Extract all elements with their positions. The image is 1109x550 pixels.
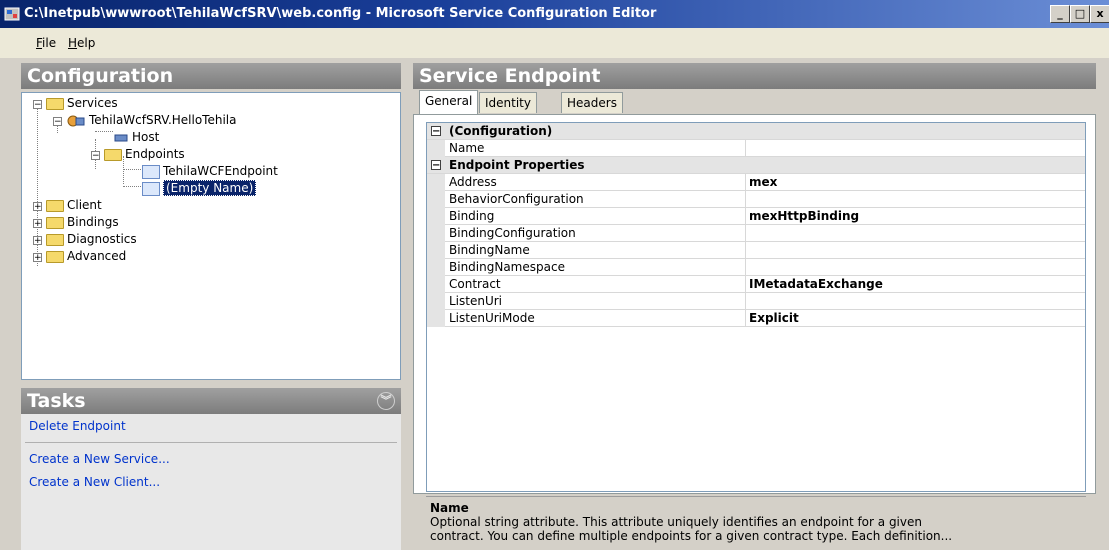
app-icon [4, 7, 20, 21]
endpoint-icon [142, 181, 160, 196]
property-row[interactable]: BindingName [427, 242, 1085, 259]
row-gutter [427, 191, 445, 208]
description-title: Name [430, 501, 469, 515]
property-row[interactable]: Binding mexHttpBinding [427, 208, 1085, 225]
category-configuration[interactable]: − (Configuration) [427, 123, 1085, 140]
collapse-toggle[interactable]: − [33, 100, 42, 110]
expand-toggle[interactable]: + [33, 253, 42, 263]
create-client-link[interactable]: Create a New Client... [29, 475, 160, 489]
folder-icon [46, 97, 64, 110]
row-gutter [427, 259, 445, 276]
menu-file[interactable]: File [36, 36, 56, 50]
property-row[interactable]: ListenUriMode Explicit [427, 310, 1085, 327]
property-row[interactable]: Address mex [427, 174, 1085, 191]
column-divider [745, 191, 746, 208]
tree-node-advanced[interactable]: Advanced [46, 248, 126, 265]
divider [25, 442, 397, 443]
tree-line [95, 131, 113, 132]
row-gutter [427, 310, 445, 327]
service-icon [67, 115, 85, 126]
expand-toggle[interactable]: + [33, 219, 42, 229]
column-divider [745, 208, 746, 225]
row-gutter [427, 140, 445, 157]
collapse-toggle[interactable]: − [53, 117, 62, 127]
tree-node-service[interactable]: TehilaWcfSRV.HelloTehila [66, 112, 236, 129]
folder-icon [46, 250, 64, 263]
property-value[interactable]: IMetadataExchange [749, 277, 883, 291]
collapse-toggle[interactable]: − [431, 126, 441, 137]
delete-endpoint-link[interactable]: Delete Endpoint [29, 419, 126, 433]
property-value[interactable]: mex [749, 175, 777, 189]
create-service-link[interactable]: Create a New Service... [29, 452, 170, 466]
host-icon [114, 134, 128, 141]
description-text: contract. You can define multiple endpoi… [430, 529, 953, 543]
service-endpoint-header: Service Endpoint [413, 63, 1096, 89]
tab-general[interactable]: General [419, 90, 479, 114]
tree-line [123, 186, 141, 187]
property-grid[interactable]: − (Configuration) Name − Endpoint Proper… [426, 122, 1086, 492]
row-gutter [427, 276, 445, 293]
collapse-chevron-icon[interactable]: ︾ [377, 392, 395, 410]
property-row[interactable]: BehaviorConfiguration [427, 191, 1085, 208]
property-row[interactable]: Contract IMetadataExchange [427, 276, 1085, 293]
tree-node-endpoint-selected[interactable]: (Empty Name) [142, 180, 257, 197]
property-value[interactable]: mexHttpBinding [749, 209, 859, 223]
folder-icon [46, 199, 64, 212]
column-divider [745, 310, 746, 327]
minimize-button[interactable]: _ [1050, 5, 1070, 23]
tab-identity[interactable]: Identity [479, 92, 537, 113]
column-divider [745, 276, 746, 293]
close-button[interactable]: x [1090, 5, 1109, 23]
tasks-panel: Delete Endpoint Create a New Service... … [21, 414, 401, 550]
tab-headers[interactable]: Headers [561, 92, 623, 113]
tree-node-bindings[interactable]: Bindings [46, 214, 119, 231]
property-description: Name Optional string attribute. This att… [426, 496, 1086, 550]
tree-node-diagnostics[interactable]: Diagnostics [46, 231, 137, 248]
category-endpoint-properties[interactable]: − Endpoint Properties [427, 157, 1085, 174]
column-divider [745, 259, 746, 276]
menu-bar: File Help [0, 28, 1109, 58]
column-divider [745, 225, 746, 242]
row-gutter [427, 174, 445, 191]
property-row[interactable]: BindingConfiguration [427, 225, 1085, 242]
property-row-name[interactable]: Name [427, 140, 1085, 157]
description-text: Optional string attribute. This attribut… [430, 515, 922, 529]
tree-node-client[interactable]: Client [46, 197, 102, 214]
column-divider [745, 293, 746, 310]
tasks-header[interactable]: Tasks ︾ [21, 388, 401, 414]
column-divider [745, 174, 746, 191]
title-bar: C:\Inetpub\wwwroot\TehilaWcfSRV\web.conf… [0, 0, 1109, 28]
folder-icon [46, 233, 64, 246]
menu-help[interactable]: Help [68, 36, 95, 50]
tree-node-host[interactable]: Host [113, 129, 159, 146]
row-gutter [427, 293, 445, 310]
property-row[interactable]: ListenUri [427, 293, 1085, 310]
configuration-tree[interactable]: − Services − TehilaWcfSRV.HelloTehila Ho… [21, 92, 401, 380]
maximize-button[interactable]: □ [1070, 5, 1090, 23]
row-gutter [427, 225, 445, 242]
collapse-toggle[interactable]: − [91, 151, 100, 161]
tree-line [123, 169, 141, 170]
row-gutter [427, 242, 445, 259]
configuration-header: Configuration [21, 63, 401, 89]
folder-icon [46, 216, 64, 229]
collapse-toggle[interactable]: − [431, 160, 441, 171]
column-divider [745, 140, 746, 157]
expand-toggle[interactable]: + [33, 236, 42, 246]
folder-icon [104, 148, 122, 161]
tree-node-endpoint[interactable]: TehilaWCFEndpoint [142, 163, 278, 180]
tree-node-services[interactable]: Services [46, 95, 118, 112]
expand-toggle[interactable]: + [33, 202, 42, 212]
column-divider [745, 242, 746, 259]
property-value[interactable]: Explicit [749, 311, 799, 325]
window-title: C:\Inetpub\wwwroot\TehilaWcfSRV\web.conf… [24, 6, 657, 21]
tree-node-endpoints[interactable]: Endpoints [104, 146, 185, 163]
property-row[interactable]: BindingNamespace [427, 259, 1085, 276]
row-gutter [427, 208, 445, 225]
endpoint-icon [142, 164, 160, 179]
